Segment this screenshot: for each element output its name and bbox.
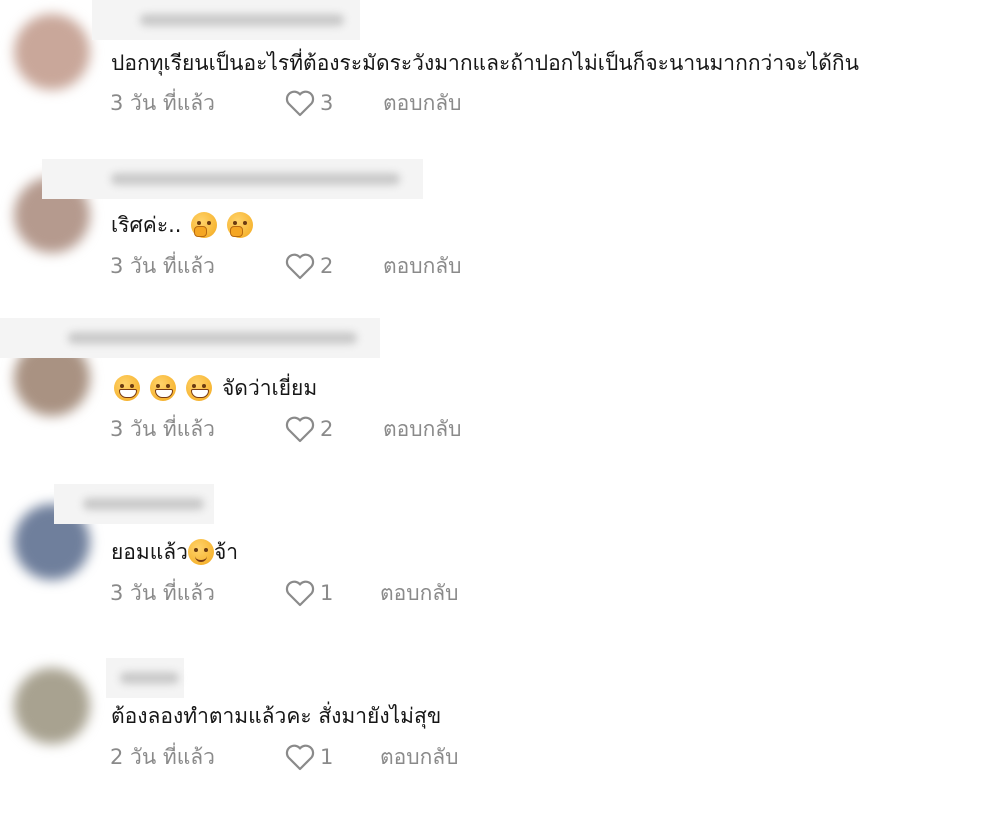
- reply-button[interactable]: ตอบกลับ: [383, 413, 462, 445]
- comment-text: ปอกทุเรียนเป็นอะไรที่ต้องระมัดระวังมากแล…: [111, 51, 859, 75]
- face-with-hand-over-mouth-emoji: [191, 212, 218, 238]
- comment-item: ต้องลองทำตามแล้วคะ สั่งมายังไม่สุข 2 วัน…: [0, 654, 994, 817]
- grinning-face-emoji: [186, 375, 212, 401]
- avatar[interactable]: [14, 668, 90, 744]
- comment-text: ต้องลองทำตามแล้วคะ สั่งมายังไม่สุข: [111, 704, 442, 728]
- heart-outline-icon[interactable]: [284, 88, 316, 118]
- comment-text: เริศค่ะ..: [111, 209, 254, 241]
- username-blurred[interactable]: [106, 658, 184, 698]
- comment-time: 3 วัน ที่แล้ว: [110, 91, 215, 115]
- comment-time: 3 วัน ที่แล้ว: [110, 417, 215, 441]
- heart-outline-icon[interactable]: [284, 251, 316, 281]
- comment-time: 2 วัน ที่แล้ว: [110, 745, 215, 769]
- like-count: 1: [320, 745, 334, 769]
- comment-item: ยอมแล้ว จ้า 3 วัน ที่แล้ว 1 ตอบกลับ: [0, 484, 994, 653]
- comment-item: จัดว่าเยี่ยม 3 วัน ที่แล้ว 2 ตอบกลับ: [0, 318, 994, 489]
- comment-item: เริศค่ะ.. 3 วัน ที่แล้ว 2 ตอบกลับ: [0, 159, 994, 326]
- avatar[interactable]: [14, 14, 90, 90]
- username-blurred[interactable]: [42, 159, 423, 199]
- like-count: 2: [320, 417, 334, 441]
- like-button[interactable]: 1: [284, 577, 333, 609]
- username-blurred[interactable]: [54, 484, 214, 524]
- like-button[interactable]: 1: [284, 741, 333, 773]
- comment-meta: 3 วัน ที่แล้ว 1 ตอบกลับ: [110, 577, 610, 609]
- reply-button[interactable]: ตอบกลับ: [383, 87, 462, 119]
- comment-meta: 2 วัน ที่แล้ว 1 ตอบกลับ: [110, 741, 610, 773]
- comment-text: ยอมแล้ว จ้า: [111, 539, 239, 565]
- reply-button[interactable]: ตอบกลับ: [380, 741, 459, 773]
- grinning-face-emoji: [150, 375, 176, 401]
- like-count: 3: [320, 91, 334, 115]
- comment-meta: 3 วัน ที่แล้ว 2 ตอบกลับ: [110, 413, 610, 445]
- comment-text: จัดว่าเยี่ยม: [114, 372, 317, 404]
- username-blurred[interactable]: [92, 0, 360, 40]
- username-blurred[interactable]: [0, 318, 380, 358]
- grinning-face-emoji: [114, 375, 140, 401]
- reply-button[interactable]: ตอบกลับ: [383, 250, 462, 282]
- comment-time: 3 วัน ที่แล้ว: [110, 254, 215, 278]
- smiling-face-emoji: [187, 539, 214, 565]
- comment-meta: 3 วัน ที่แล้ว 2 ตอบกลับ: [110, 250, 610, 282]
- heart-outline-icon[interactable]: [284, 414, 316, 444]
- like-button[interactable]: 3: [284, 87, 333, 119]
- comment-meta: 3 วัน ที่แล้ว 3 ตอบกลับ: [110, 87, 610, 119]
- like-button[interactable]: 2: [284, 413, 333, 445]
- comment-time: 3 วัน ที่แล้ว: [110, 581, 215, 605]
- like-count: 2: [320, 254, 334, 278]
- face-with-hand-over-mouth-emoji: [227, 212, 254, 238]
- comment-item: ปอกทุเรียนเป็นอะไรที่ต้องระมัดระวังมากแล…: [0, 0, 994, 163]
- heart-outline-icon[interactable]: [284, 578, 316, 608]
- reply-button[interactable]: ตอบกลับ: [380, 577, 459, 609]
- heart-outline-icon[interactable]: [284, 742, 316, 772]
- like-button[interactable]: 2: [284, 250, 333, 282]
- like-count: 1: [320, 581, 334, 605]
